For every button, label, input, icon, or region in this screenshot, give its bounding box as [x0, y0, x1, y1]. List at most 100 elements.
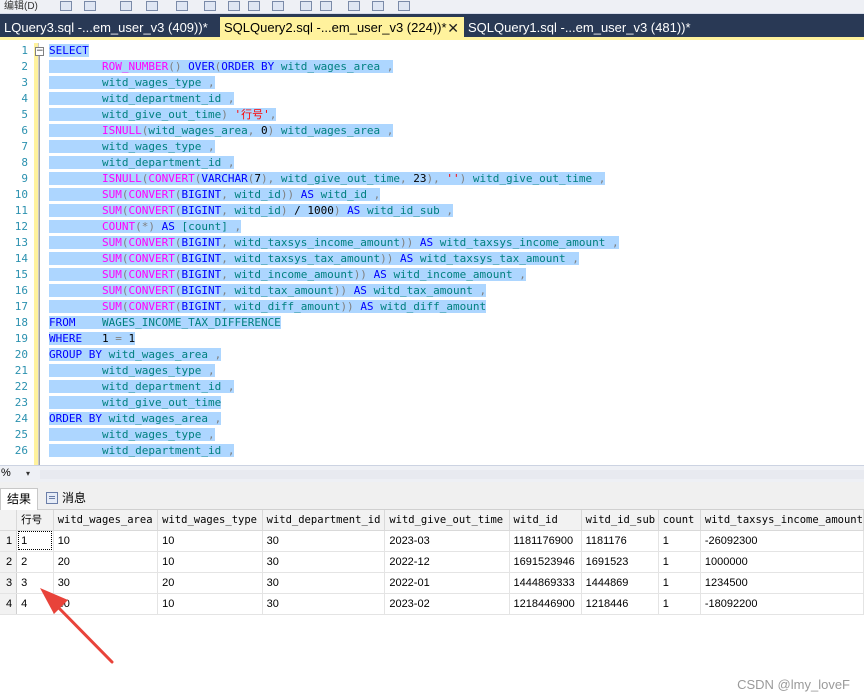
- tab-sqlquery2[interactable]: SQLQuery2.sql -...em_user_v3 (224))* ✕: [220, 17, 464, 39]
- toolbar-icon[interactable]: [372, 1, 384, 11]
- corner-cell[interactable]: [0, 510, 18, 531]
- table-cell[interactable]: 10: [157, 530, 263, 552]
- code-line[interactable]: 15 SUM(CONVERT(BIGINT, witd_income_amoun…: [0, 267, 864, 283]
- table-cell[interactable]: -26092300: [700, 530, 864, 552]
- table-cell[interactable]: 1218446900: [509, 593, 582, 615]
- table-cell[interactable]: 1: [16, 530, 54, 552]
- table-cell[interactable]: 1444869333: [509, 572, 582, 594]
- table-cell[interactable]: 40: [53, 593, 159, 615]
- table-cell[interactable]: 1444869: [581, 572, 659, 594]
- table-cell[interactable]: 1: [658, 551, 701, 573]
- toolbar-icon[interactable]: [348, 1, 360, 11]
- table-cell[interactable]: 1181176: [581, 530, 659, 552]
- toolbar-icon[interactable]: [320, 1, 332, 11]
- table-cell[interactable]: 20: [157, 572, 263, 594]
- column-header[interactable]: witd_give_out_time: [384, 510, 510, 531]
- code-line[interactable]: 12 COUNT(*) AS [count] ,: [0, 219, 864, 235]
- column-header[interactable]: witd_wages_area: [53, 510, 159, 531]
- table-row[interactable]: 2 2 20 10 30 2022-12 1691523946 1691523 …: [0, 551, 864, 573]
- code-line[interactable]: 14 SUM(CONVERT(BIGINT, witd_taxsys_tax_a…: [0, 251, 864, 267]
- code-line[interactable]: 7 witd_wages_type ,: [0, 139, 864, 155]
- table-cell[interactable]: 1691523946: [509, 551, 582, 573]
- code-line[interactable]: 17 SUM(CONVERT(BIGINT, witd_diff_amount)…: [0, 299, 864, 315]
- toolbar-icon[interactable]: [272, 1, 284, 11]
- column-header[interactable]: witd_wages_type: [157, 510, 263, 531]
- code-line[interactable]: 5 witd_give_out_time) '行号',: [0, 107, 864, 123]
- table-cell[interactable]: -18092200: [700, 593, 864, 615]
- table-cell[interactable]: 30: [262, 572, 386, 594]
- toolbar-icon[interactable]: [146, 1, 158, 11]
- table-row[interactable]: 4 4 40 10 30 2023-02 1218446900 1218446 …: [0, 593, 864, 615]
- code-line[interactable]: 11 SUM(CONVERT(BIGINT, witd_id) / 1000) …: [0, 203, 864, 219]
- code-line[interactable]: 9 ISNULL(CONVERT(VARCHAR(7), witd_give_o…: [0, 171, 864, 187]
- results-grid[interactable]: 行号 witd_wages_area witd_wages_type witd_…: [0, 510, 864, 700]
- horizontal-scrollbar[interactable]: [40, 470, 864, 479]
- tab-results[interactable]: 结果: [0, 488, 39, 510]
- row-number[interactable]: 4: [0, 593, 18, 615]
- table-cell[interactable]: 4: [16, 593, 54, 615]
- tab-messages[interactable]: 消息: [40, 488, 92, 510]
- table-cell[interactable]: 10: [53, 530, 159, 552]
- table-cell[interactable]: 3: [16, 572, 54, 594]
- code-line[interactable]: 3 witd_wages_type ,: [0, 75, 864, 91]
- table-cell[interactable]: 30: [262, 530, 386, 552]
- code-line[interactable]: 18 FROM WAGES_INCOME_TAX_DIFFERENCE: [0, 315, 864, 331]
- code-line[interactable]: 22 witd_department_id ,: [0, 379, 864, 395]
- toolbar-icon[interactable]: [204, 1, 216, 11]
- code-line[interactable]: 20 GROUP BY witd_wages_area ,: [0, 347, 864, 363]
- table-cell[interactable]: 1: [658, 530, 701, 552]
- code-line[interactable]: 21 witd_wages_type ,: [0, 363, 864, 379]
- code-line[interactable]: 6 ISNULL(witd_wages_area, 0) witd_wages_…: [0, 123, 864, 139]
- toolbar-icon[interactable]: [300, 1, 312, 11]
- row-number[interactable]: 3: [0, 572, 18, 594]
- table-cell[interactable]: 30: [262, 551, 386, 573]
- table-cell[interactable]: 2: [16, 551, 54, 573]
- table-cell[interactable]: 1218446: [581, 593, 659, 615]
- code-line[interactable]: 8 witd_department_id ,: [0, 155, 864, 171]
- column-header[interactable]: witd_id_sub: [581, 510, 659, 531]
- code-line[interactable]: 13 SUM(CONVERT(BIGINT, witd_taxsys_incom…: [0, 235, 864, 251]
- table-row[interactable]: 1 1 10 10 30 2023-03 1181176900 1181176 …: [0, 530, 864, 552]
- column-header[interactable]: witd_id: [509, 510, 582, 531]
- table-cell[interactable]: 2023-03: [384, 530, 510, 552]
- toolbar-icon[interactable]: [398, 1, 410, 11]
- row-number[interactable]: 1: [0, 530, 18, 552]
- code-line[interactable]: 10 SUM(CONVERT(BIGINT, witd_id)) AS witd…: [0, 187, 864, 203]
- edit-menu[interactable]: 编辑(D): [4, 0, 38, 12]
- code-line[interactable]: 1 SELECT: [0, 43, 864, 59]
- table-cell[interactable]: 1000000: [700, 551, 864, 573]
- row-number[interactable]: 2: [0, 551, 18, 573]
- column-header[interactable]: count: [658, 510, 701, 531]
- toolbar-icon[interactable]: [176, 1, 188, 11]
- toolbar-icon[interactable]: [248, 1, 260, 11]
- toolbar-icon[interactable]: [120, 1, 132, 11]
- code-line[interactable]: 4 witd_department_id ,: [0, 91, 864, 107]
- table-cell[interactable]: 2023-02: [384, 593, 510, 615]
- code-line[interactable]: 23 witd_give_out_time: [0, 395, 864, 411]
- table-cell[interactable]: 1234500: [700, 572, 864, 594]
- table-cell[interactable]: 10: [157, 593, 263, 615]
- tab-sqlquery1[interactable]: SQLQuery1.sql -...em_user_v3 (481))*: [464, 17, 724, 39]
- chevron-down-icon[interactable]: ▾: [26, 469, 30, 478]
- table-cell[interactable]: 1: [658, 572, 701, 594]
- table-row[interactable]: 3 3 30 20 30 2022-01 1444869333 1444869 …: [0, 572, 864, 594]
- table-cell[interactable]: 10: [157, 551, 263, 573]
- column-header[interactable]: witd_department_id: [262, 510, 386, 531]
- code-line[interactable]: 19 WHERE 1 = 1: [0, 331, 864, 347]
- code-line[interactable]: 25 witd_wages_type ,: [0, 427, 864, 443]
- table-cell[interactable]: 1691523: [581, 551, 659, 573]
- table-cell[interactable]: 2022-12: [384, 551, 510, 573]
- code-line[interactable]: 24 ORDER BY witd_wages_area ,: [0, 411, 864, 427]
- zoom-level[interactable]: %: [1, 467, 11, 479]
- table-cell[interactable]: 2022-01: [384, 572, 510, 594]
- code-line[interactable]: 26 witd_department_id ,: [0, 443, 864, 459]
- column-header[interactable]: witd_taxsys_income_amount: [700, 510, 864, 531]
- code-line[interactable]: 2 ROW_NUMBER() OVER(ORDER BY witd_wages_…: [0, 59, 864, 75]
- table-cell[interactable]: 20: [53, 551, 159, 573]
- toolbar-icon[interactable]: [84, 1, 96, 11]
- code-line[interactable]: 16 SUM(CONVERT(BIGINT, witd_tax_amount))…: [0, 283, 864, 299]
- toolbar-icon[interactable]: [60, 1, 72, 11]
- table-cell[interactable]: 30: [262, 593, 386, 615]
- close-icon[interactable]: ✕: [447, 17, 459, 39]
- tab-sqlquery3[interactable]: LQuery3.sql -...em_user_v3 (409))*: [0, 17, 214, 39]
